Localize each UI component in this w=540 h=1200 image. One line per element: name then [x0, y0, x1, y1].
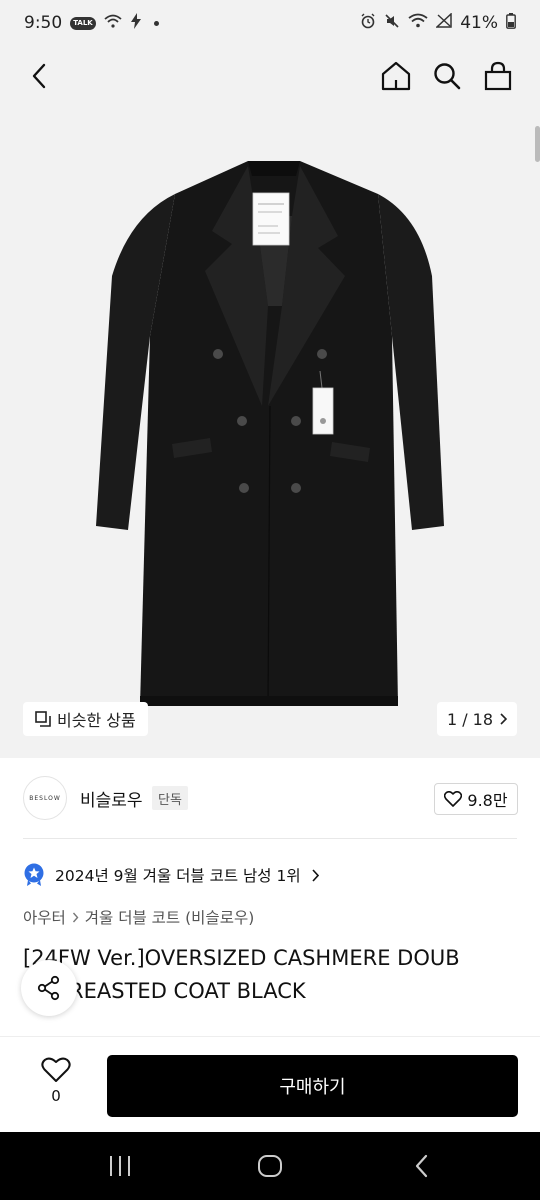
page-counter-text: 1 / 18: [446, 709, 494, 729]
product-title: [24FW Ver.]OVERSIZED CASHMERE DOUB LE BR…: [23, 942, 523, 1008]
alarm-icon: [360, 13, 376, 34]
share-icon: [37, 975, 60, 1001]
talk-notification-icon: TALK: [70, 16, 96, 30]
buy-button[interactable]: 구매하기: [107, 1055, 518, 1117]
breadcrumb-subcategory[interactable]: 겨울 더블 코트 (비슬로우): [85, 906, 254, 928]
chevron-right-icon: [500, 713, 508, 725]
heart-icon: [41, 1057, 71, 1082]
chevron-left-icon: [32, 63, 46, 89]
divider: [23, 838, 517, 839]
similar-items-icon: [35, 711, 51, 727]
top-navigation: [0, 46, 540, 106]
wifi-notification-icon: [104, 14, 122, 32]
system-back-button[interactable]: [402, 1150, 442, 1182]
recent-apps-button[interactable]: [100, 1150, 140, 1182]
system-home-button[interactable]: [250, 1150, 290, 1182]
scroll-indicator: [535, 126, 540, 162]
ranking-text: 2024년 9월 겨울 더블 코트 남성 1위: [55, 867, 301, 885]
home-button[interactable]: [378, 58, 414, 94]
recent-apps-icon: [110, 1156, 130, 1176]
home-icon: [381, 61, 411, 91]
bolt-icon: [130, 13, 142, 33]
wifi-signal-icon: [408, 13, 428, 33]
wishlist-count: 0: [51, 1087, 61, 1105]
chevron-right-icon: [312, 868, 319, 882]
home-circle-icon: [258, 1155, 282, 1177]
cart-button[interactable]: [480, 58, 516, 94]
share-button[interactable]: [21, 960, 77, 1016]
image-page-counter[interactable]: 1 / 18: [437, 702, 517, 736]
similar-items-button[interactable]: 비슷한 상품: [23, 702, 148, 736]
wishlist-button[interactable]: 0: [30, 1057, 82, 1117]
brand-logo[interactable]: BESLOW: [23, 776, 67, 820]
shopping-bag-icon: [484, 61, 512, 91]
brand-name[interactable]: 비슬로우: [80, 786, 143, 811]
battery-percent: 41%: [460, 13, 498, 33]
product-title-line2: LE BREASTED COAT BLACK: [23, 979, 306, 1003]
ranking-link[interactable]: 2024년 9월 겨울 더블 코트 남성 1위: [23, 860, 319, 890]
status-time: 9:50: [24, 13, 63, 33]
mute-icon: [384, 13, 400, 34]
chevron-right-icon: [72, 912, 79, 922]
brand-like-button[interactable]: 9.8만: [434, 783, 518, 815]
brand-logo-text: BESLOW: [29, 794, 61, 802]
system-navigation-bar: [0, 1132, 540, 1200]
breadcrumb-category[interactable]: 아우터: [23, 906, 66, 928]
breadcrumb: 아우터 겨울 더블 코트 (비슬로우): [23, 906, 254, 928]
product-image-gallery[interactable]: 비슷한 상품 1 / 18: [0, 106, 540, 758]
purchase-action-bar: 0 구매하기: [0, 1036, 540, 1132]
more-notifications-dot-icon: [153, 20, 159, 26]
status-bar: 9:50 TALK 41%: [0, 0, 540, 46]
brand-like-count: 9.8만: [467, 791, 508, 810]
search-icon: [434, 63, 461, 90]
ranking-medal-icon: [24, 863, 44, 886]
back-button[interactable]: [22, 58, 58, 94]
battery-icon: [506, 12, 516, 34]
product-image: [96, 161, 444, 707]
cell-signal-icon: [435, 12, 452, 33]
search-button[interactable]: [429, 58, 465, 94]
back-arrow-icon: [415, 1154, 428, 1178]
exclusive-badge: 단독: [152, 786, 188, 810]
product-title-line1: [24FW Ver.]OVERSIZED CASHMERE DOUB: [23, 946, 460, 970]
similar-items-label: 비슷한 상품: [57, 711, 136, 730]
heart-icon: [444, 791, 463, 807]
buy-button-label: 구매하기: [279, 1077, 346, 1098]
brand-row: BESLOW 비슬로우 단독 9.8만: [0, 758, 540, 838]
